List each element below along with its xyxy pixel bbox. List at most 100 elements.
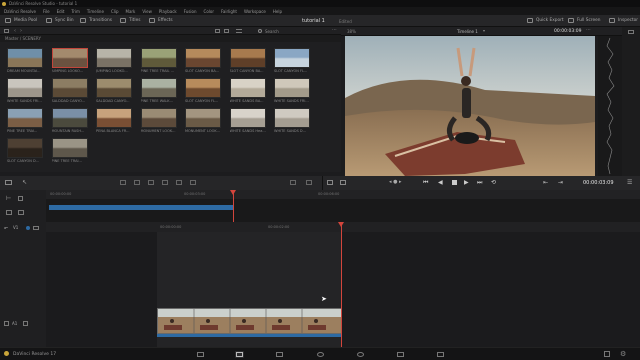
menu-davinci[interactable]: DaVinci Resolve [4,9,36,14]
main-timeline[interactable]: ⟜ V1 A1 00:00:00:00 00:00:02:00 ➤ [0,222,640,347]
chevron-down-icon[interactable]: ▾ [483,28,485,33]
media-clip[interactable]: SALDDAD CANYO... [51,78,88,103]
track-active-indicator[interactable] [26,225,30,230]
settings-icon[interactable]: ⚙ [620,350,626,358]
track-visibility-icon[interactable] [33,225,39,230]
video-clip[interactable] [157,308,342,334]
menu-mark[interactable]: Mark [126,9,136,14]
color-page-icon[interactable] [356,351,365,358]
media-clip[interactable]: MOUNTAIN RASH... [51,108,88,133]
menu-trim[interactable]: Trim [71,9,80,14]
media-clip[interactable]: WHITE SANDS BA... [229,78,266,103]
first-frame-icon[interactable]: ⏮ [423,179,428,187]
audio-controls-icon[interactable] [628,30,634,34]
menu-fusion[interactable]: Fusion [184,9,197,14]
menu-view[interactable]: View [142,9,152,14]
upper-playhead-marker[interactable] [230,190,236,195]
upper-timeline-clip[interactable] [49,205,234,210]
zoom-level[interactable]: 38% [347,29,356,34]
search-label[interactable]: Search [265,29,279,34]
sync-bin-button[interactable]: Sync Bin [46,18,74,23]
main-playhead[interactable] [341,222,342,347]
program-viewer[interactable] [345,36,595,176]
menu-playback[interactable]: Playback [159,9,177,14]
edit-page-icon[interactable] [275,351,284,358]
track-lock-icon[interactable] [18,196,23,201]
track-audio-icon[interactable] [18,210,24,215]
selection-tool-icon[interactable]: ↖ [22,179,27,186]
media-clip[interactable]: WHITE SANDS FRI... [274,78,310,103]
flag-icon[interactable] [306,180,312,185]
fairlight-page-icon[interactable] [396,351,405,358]
media-clip[interactable]: MONUMENT LOOK... [140,108,177,133]
main-playhead-marker[interactable] [338,222,344,227]
breadcrumb-path[interactable]: Master / SCENERY [5,36,41,41]
track-video-icon[interactable] [6,210,12,215]
media-clip[interactable]: SLOT CANYON BA... [229,48,266,73]
media-clip[interactable]: DREAM MOUNTAI... [7,48,43,73]
menu-fairlight[interactable]: Fairlight [221,9,237,14]
menu-clip[interactable]: Clip [111,9,119,14]
quick-export-button[interactable]: Quick Export [527,18,564,23]
safe-area-icon[interactable] [340,180,346,185]
media-clip[interactable]: SALDDAD CANYO... [96,78,132,103]
media-clip[interactable]: SLOT CANYON FL... [185,78,221,103]
sort-icon[interactable] [236,29,242,33]
media-clip[interactable]: WHITE SANDS FRI... [7,78,43,103]
media-clip[interactable]: MONUMENT LOOK... [185,108,221,133]
media-clip[interactable]: WHITE SANDS D... [274,108,310,133]
media-clip[interactable]: JUMPING LOOKO... [96,48,132,73]
upper-ruler[interactable]: 00:00:00:00 00:00:03:00 00:00:06:00 [46,190,640,199]
timeline-view-options-icon[interactable] [5,180,12,185]
media-clip[interactable]: PINE TREE WALK... [140,78,177,103]
viewer-options-icon[interactable]: ⋯ [586,27,591,33]
clip-audio-strip[interactable] [157,334,342,337]
last-frame-icon[interactable]: ⏭ [477,179,482,187]
effects-button[interactable]: Effects [149,18,173,23]
link-icon[interactable]: ⟜ [4,225,8,231]
project-manager-icon[interactable] [604,351,610,357]
snapping-icon[interactable] [290,180,296,185]
more-options-icon[interactable]: ⋯ [332,27,337,33]
timeline-name[interactable]: Timeline 1 [457,29,478,34]
transitions-button[interactable]: Transitions [80,18,112,23]
chevron-left-icon[interactable]: ‹ [14,28,16,34]
titles-button[interactable]: Titles [120,18,140,23]
media-clip[interactable]: SLOT CANYON BA... [185,48,221,73]
menu-edit[interactable]: Edit [57,9,65,14]
menu-color[interactable]: Color [204,9,214,14]
media-clip[interactable]: PINE TREE TRAIL ... [140,48,177,73]
blade-tool-icon[interactable] [120,180,126,185]
a1-mute-icon[interactable] [23,321,28,326]
media-clip[interactable]: WHITE SANDS Hea... [229,108,266,133]
media-clip[interactable]: PENA BLANCA FR... [96,108,132,133]
search-icon[interactable] [258,28,262,33]
cut-page-icon[interactable] [235,351,244,358]
viewer-mode-icon[interactable] [327,180,333,185]
media-clip[interactable]: PINE TREE TRAI... [51,138,88,163]
full-screen-button[interactable]: Full Screen [568,18,601,23]
append-icon[interactable] [190,180,196,185]
overwrite-clip-icon[interactable] [148,180,154,185]
chevron-right-icon[interactable]: › [20,28,22,34]
media-page-icon[interactable] [196,351,205,358]
list-view-icon[interactable] [4,29,9,33]
menu-workspace[interactable]: Workspace [244,9,266,14]
menu-timeline[interactable]: Timeline [87,9,104,14]
insert-clip-icon[interactable] [134,180,140,185]
media-clip[interactable]: PINE TREE TRAI... [7,108,43,133]
track-icon[interactable]: ⊢ [6,195,11,202]
reverse-play-icon[interactable]: ◀ [438,179,443,186]
deliver-page-icon[interactable] [436,351,445,358]
a1-lock-icon[interactable] [4,321,9,326]
inspector-button[interactable]: Inspector [609,18,638,23]
replace-clip-icon[interactable] [162,180,168,185]
grid-view-icon[interactable] [215,29,220,33]
place-on-top-icon[interactable] [176,180,182,185]
menu-help[interactable]: Help [273,9,282,14]
viewer-menu-icon[interactable]: ☰ [627,179,632,186]
stop-icon[interactable] [452,180,457,185]
metadata-view-icon[interactable] [224,29,229,33]
loop-icon[interactable]: ⟲ [491,179,496,186]
jog-control-icon[interactable]: ◂ ● ▸ [389,179,402,185]
